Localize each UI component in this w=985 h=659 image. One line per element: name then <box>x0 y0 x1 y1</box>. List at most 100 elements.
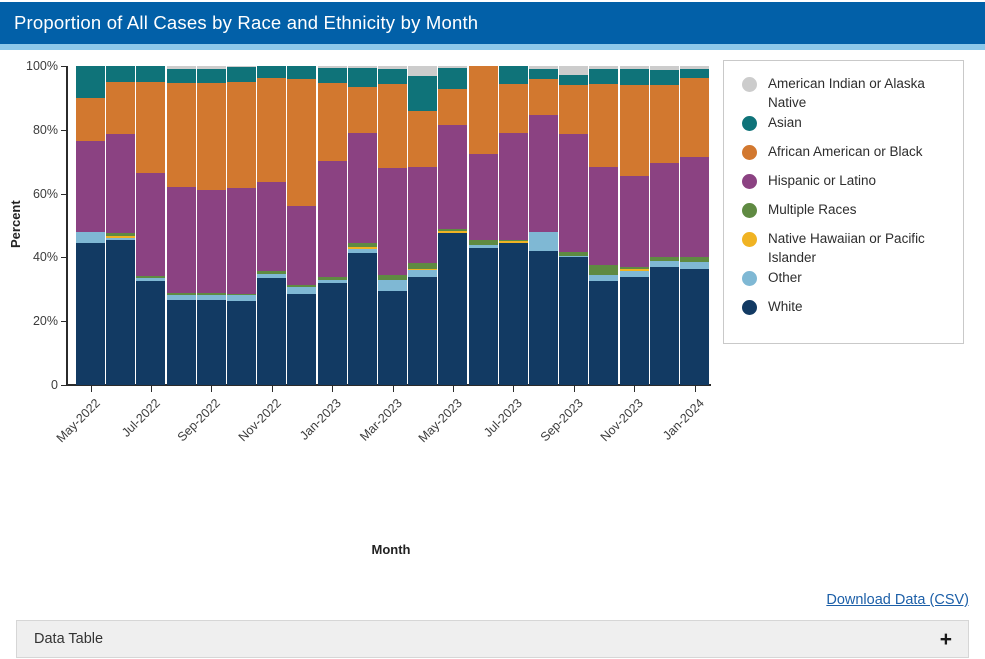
bar-segment[interactable] <box>378 168 407 275</box>
bar-stack[interactable] <box>347 66 377 385</box>
bar-segment[interactable] <box>438 233 468 385</box>
bar-segment[interactable] <box>619 276 649 385</box>
legend-item[interactable]: Hispanic or Latino <box>734 172 953 199</box>
bar-segment[interactable] <box>680 156 709 258</box>
bar-segment[interactable] <box>257 181 287 272</box>
bar-segment[interactable] <box>227 81 256 189</box>
bar-segment[interactable] <box>347 133 377 244</box>
bar-segment[interactable] <box>227 300 256 385</box>
bar-segment[interactable] <box>76 140 105 232</box>
bar-stack[interactable] <box>438 66 468 385</box>
legend-item[interactable]: White <box>734 298 953 325</box>
bar-segment[interactable] <box>559 66 589 76</box>
legend-item[interactable]: American Indian or Alaska Native <box>734 75 953 112</box>
bar-stack[interactable] <box>649 66 679 385</box>
bar-segment[interactable] <box>438 88 468 126</box>
bar-segment[interactable] <box>347 86 377 134</box>
bar-segment[interactable] <box>347 67 377 87</box>
bar-segment[interactable] <box>589 265 619 275</box>
bar-segment[interactable] <box>619 85 649 177</box>
bar-segment[interactable] <box>378 69 407 84</box>
bar-segment[interactable] <box>649 84 679 163</box>
bar-segment[interactable] <box>498 66 528 84</box>
bar-segment[interactable] <box>559 134 589 253</box>
bar-segment[interactable] <box>529 78 558 116</box>
bar-segment[interactable] <box>378 83 407 169</box>
bar-stack[interactable] <box>408 66 438 385</box>
bar-stack[interactable] <box>76 66 105 385</box>
bar-segment[interactable] <box>468 153 498 240</box>
bar-segment[interactable] <box>408 76 438 112</box>
bar-segment[interactable] <box>317 68 347 83</box>
bar-segment[interactable] <box>196 189 226 294</box>
bar-segment[interactable] <box>649 266 679 385</box>
bar-segment[interactable] <box>589 166 619 266</box>
bar-stack[interactable] <box>378 66 407 385</box>
bar-segment[interactable] <box>680 68 709 79</box>
bar-segment[interactable] <box>378 290 407 385</box>
bar-segment[interactable] <box>196 300 226 385</box>
bar-segment[interactable] <box>468 247 498 385</box>
bar-segment[interactable] <box>136 81 166 173</box>
bar-stack[interactable] <box>680 66 709 385</box>
legend-item[interactable]: African American or Black <box>734 143 953 170</box>
bar-stack[interactable] <box>468 66 498 385</box>
bar-segment[interactable] <box>76 231 105 244</box>
bar-segment[interactable] <box>106 81 136 135</box>
bar-segment[interactable] <box>76 243 105 385</box>
bar-segment[interactable] <box>559 84 589 135</box>
bar-segment[interactable] <box>166 300 196 385</box>
bar-segment[interactable] <box>378 279 407 291</box>
bar-segment[interactable] <box>287 66 317 79</box>
legend-item[interactable]: Multiple Races <box>734 201 953 228</box>
bar-stack[interactable] <box>529 66 558 385</box>
bar-segment[interactable] <box>589 69 619 84</box>
bar-segment[interactable] <box>589 83 619 167</box>
bar-segment[interactable] <box>227 188 256 294</box>
bar-segment[interactable] <box>166 68 196 83</box>
bar-segment[interactable] <box>196 68 226 83</box>
bar-segment[interactable] <box>649 162 679 257</box>
bar-segment[interactable] <box>680 78 709 157</box>
bar-segment[interactable] <box>196 82 226 190</box>
bar-stack[interactable] <box>317 66 347 385</box>
bar-segment[interactable] <box>227 67 256 82</box>
bar-stack[interactable] <box>196 66 226 385</box>
bar-stack[interactable] <box>166 66 196 385</box>
bar-segment[interactable] <box>257 66 287 79</box>
bar-stack[interactable] <box>106 66 136 385</box>
bar-stack[interactable] <box>227 66 256 385</box>
bar-segment[interactable] <box>498 243 528 385</box>
bar-segment[interactable] <box>559 75 589 85</box>
bar-stack[interactable] <box>589 66 619 385</box>
bar-segment[interactable] <box>438 67 468 89</box>
bar-segment[interactable] <box>166 82 196 187</box>
bar-segment[interactable] <box>166 186 196 294</box>
bar-segment[interactable] <box>287 206 317 285</box>
bar-segment[interactable] <box>408 111 438 168</box>
bar-segment[interactable] <box>317 160 347 278</box>
bar-segment[interactable] <box>347 252 377 385</box>
bar-segment[interactable] <box>498 132 528 240</box>
bar-segment[interactable] <box>529 69 558 79</box>
bar-segment[interactable] <box>438 125 468 230</box>
bar-segment[interactable] <box>408 66 438 77</box>
bar-segment[interactable] <box>619 176 649 267</box>
bar-segment[interactable] <box>529 115 558 232</box>
bar-stack[interactable] <box>136 66 166 385</box>
bar-segment[interactable] <box>498 83 528 133</box>
bar-segment[interactable] <box>257 78 287 182</box>
bar-stack[interactable] <box>287 66 317 385</box>
bar-stack[interactable] <box>559 66 589 385</box>
plus-icon[interactable]: + <box>940 629 952 650</box>
bar-segment[interactable] <box>106 134 136 234</box>
bar-stack[interactable] <box>619 66 649 385</box>
bar-segment[interactable] <box>317 282 347 385</box>
bar-segment[interactable] <box>529 231 558 252</box>
bar-segment[interactable] <box>468 66 498 154</box>
bar-stack[interactable] <box>257 66 287 385</box>
bar-segment[interactable] <box>76 97 105 141</box>
bar-segment[interactable] <box>317 82 347 161</box>
bar-segment[interactable] <box>619 69 649 86</box>
bar-segment[interactable] <box>76 66 105 98</box>
